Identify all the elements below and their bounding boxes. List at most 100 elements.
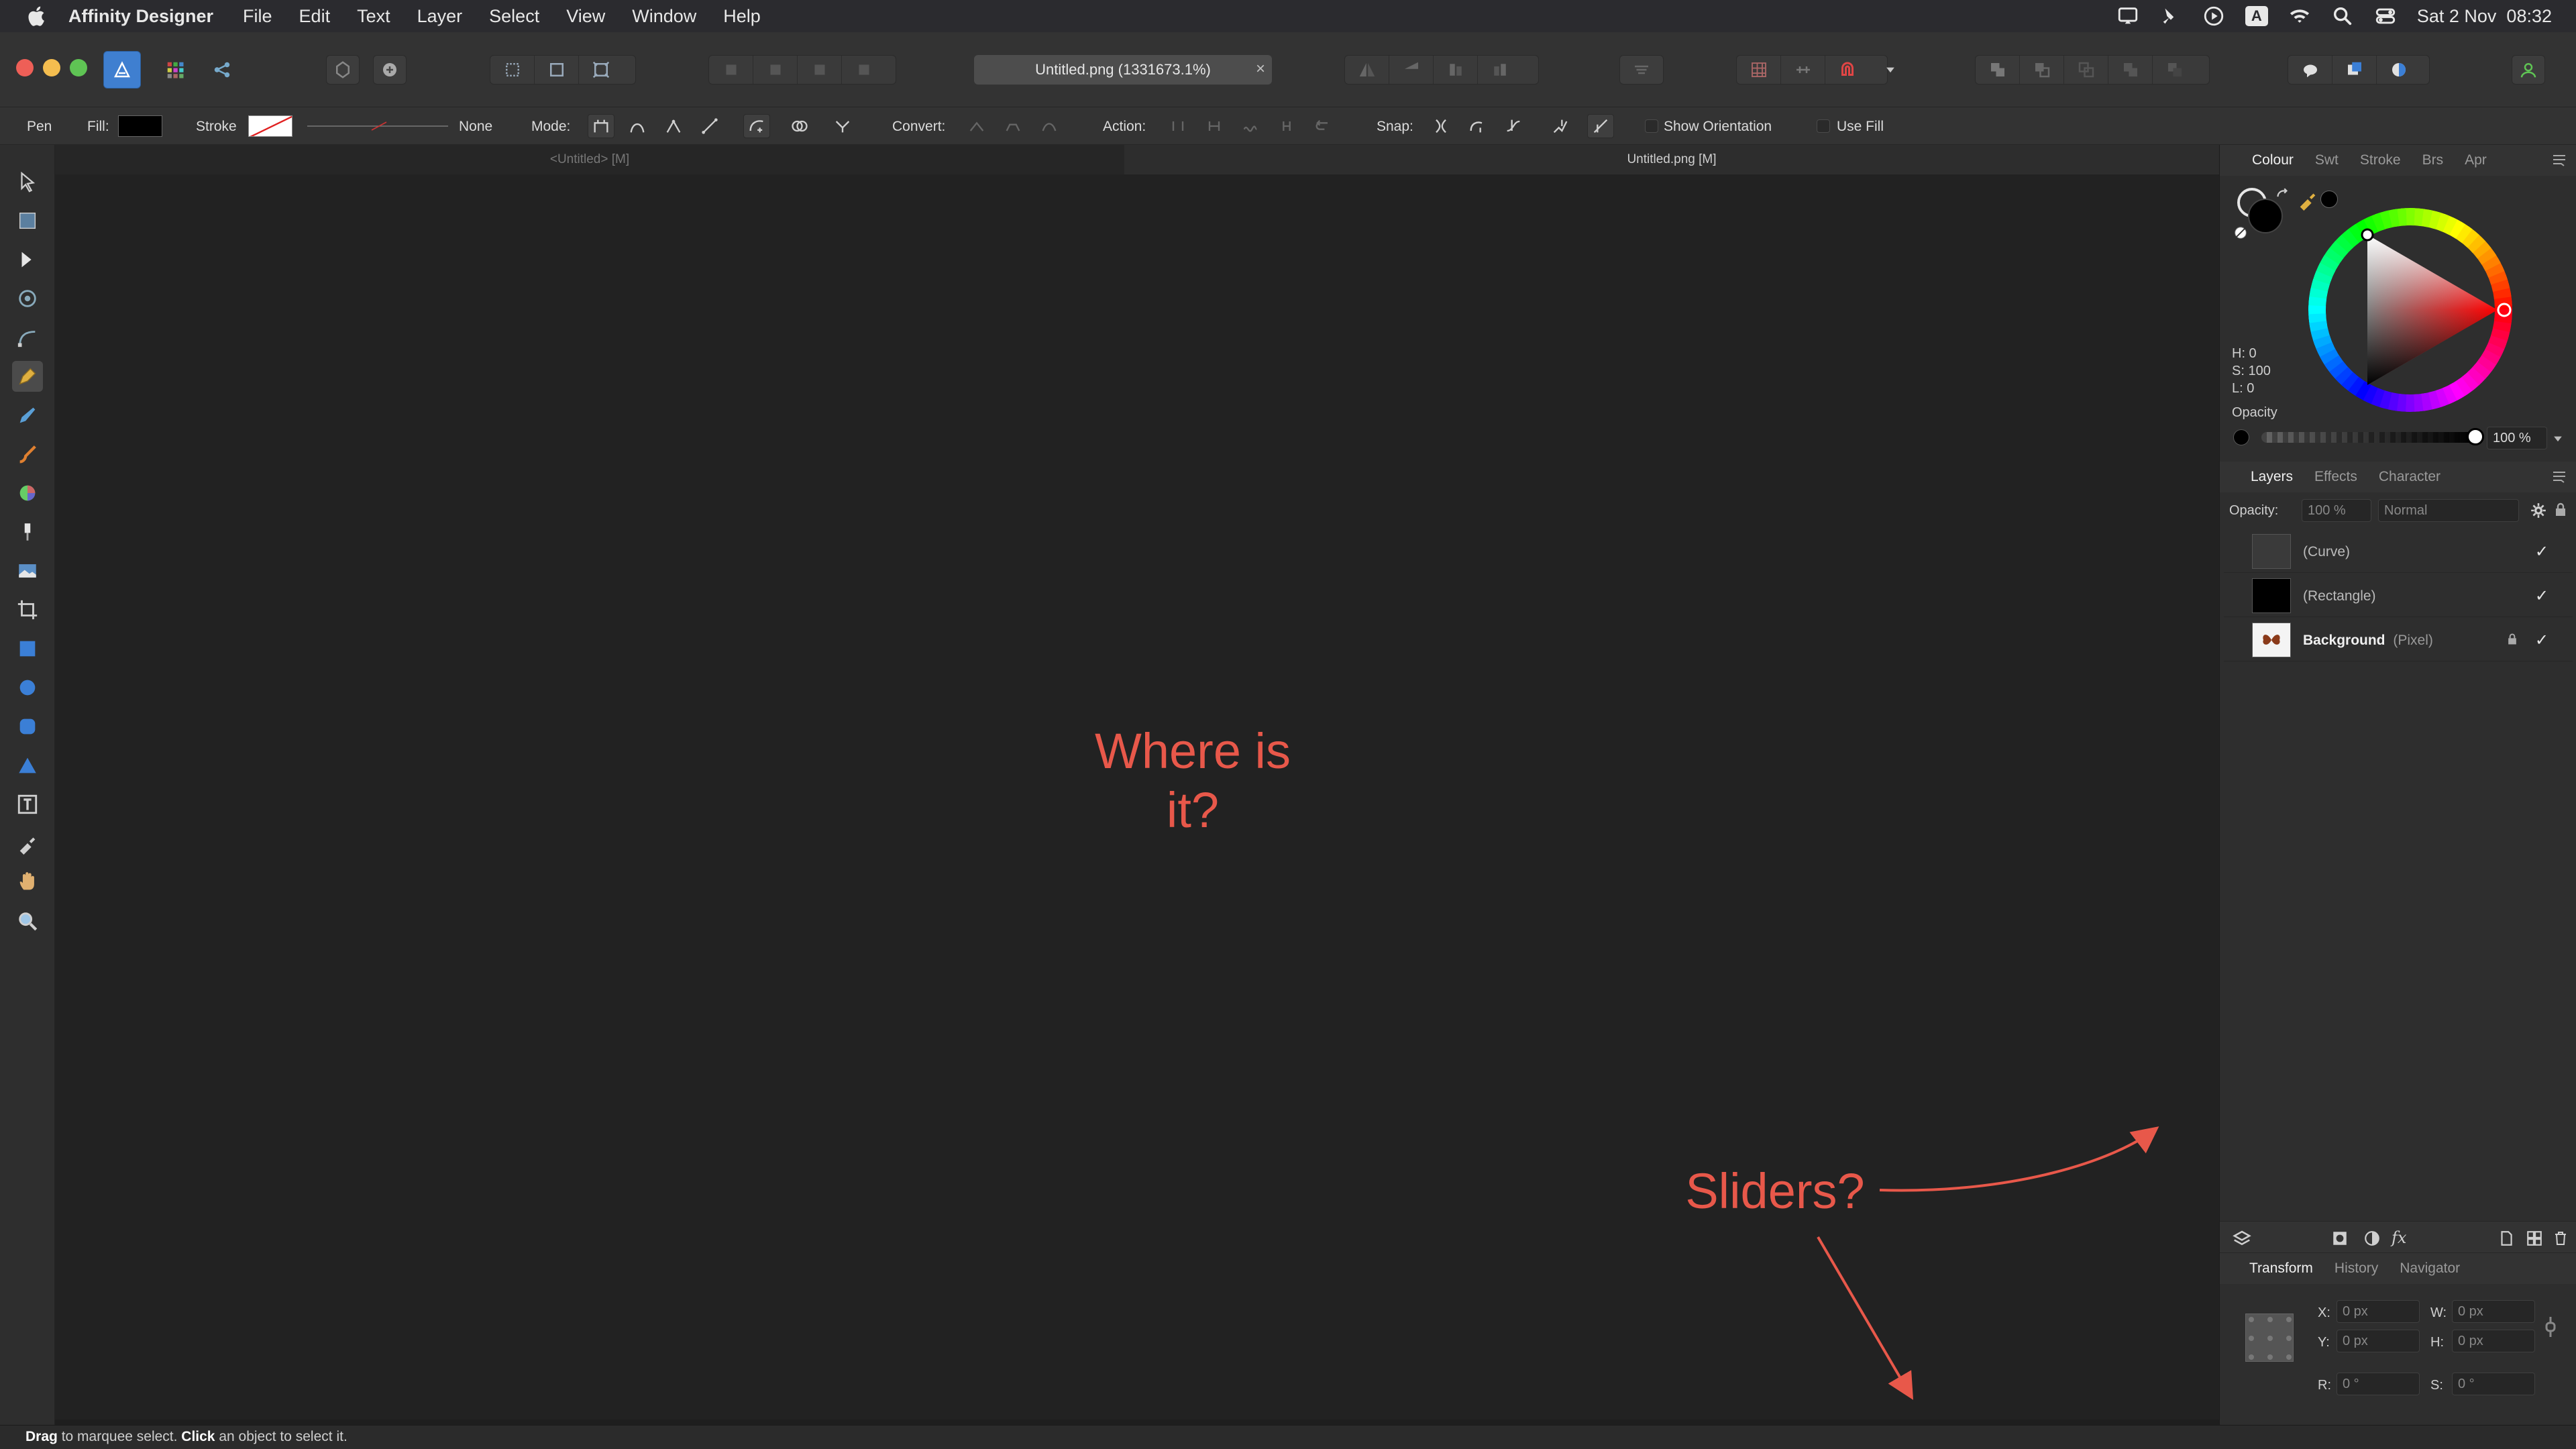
document-title-tab[interactable]: Untitled.png (1331673.1%) × bbox=[974, 55, 1272, 85]
tab-brushes[interactable]: Brs bbox=[2412, 152, 2455, 168]
stroke-style-value[interactable]: None bbox=[459, 119, 492, 135]
boolean-subtract-icon[interactable] bbox=[2020, 56, 2064, 84]
tab-appearance[interactable]: Apr bbox=[2454, 152, 2498, 168]
align-icon[interactable] bbox=[1619, 55, 1664, 85]
y-field[interactable]: 0 px bbox=[2337, 1330, 2420, 1352]
convert-smart-icon[interactable] bbox=[1036, 114, 1063, 138]
insert-inside-icon[interactable] bbox=[2377, 56, 2421, 84]
ellipse-tool-icon[interactable] bbox=[12, 672, 43, 703]
link-dimensions-icon[interactable] bbox=[2544, 1315, 2557, 1339]
grid-icon[interactable] bbox=[1737, 56, 1781, 84]
zoom-tool-icon[interactable] bbox=[12, 906, 43, 936]
rubber-band-icon[interactable] bbox=[743, 114, 770, 138]
mask-layer-icon[interactable] bbox=[2331, 1230, 2349, 1247]
action-reverse-icon[interactable] bbox=[1309, 114, 1336, 138]
opacity-dropdown-icon[interactable] bbox=[2551, 432, 2565, 445]
action-close-icon[interactable] bbox=[1201, 114, 1228, 138]
convert-smooth-icon[interactable] bbox=[1000, 114, 1026, 138]
pen-tool-icon[interactable] bbox=[12, 361, 43, 392]
menu-window[interactable]: Window bbox=[632, 6, 696, 27]
snapping-dropdown-icon[interactable] bbox=[1884, 63, 1897, 76]
layer-locked-icon[interactable] bbox=[2506, 632, 2519, 647]
window-zoom-button[interactable] bbox=[70, 59, 87, 76]
view-mode-1-icon[interactable] bbox=[490, 56, 535, 84]
export-persona-icon[interactable] bbox=[205, 55, 239, 85]
transparency-tool-icon[interactable] bbox=[12, 517, 43, 547]
blend-mode-select[interactable]: Normal bbox=[2378, 499, 2519, 522]
line-mode-icon[interactable] bbox=[696, 114, 723, 138]
boolean-intersect-icon[interactable] bbox=[2064, 56, 2108, 84]
layer-lock-icon[interactable] bbox=[2553, 502, 2569, 518]
artboard-tool-icon[interactable] bbox=[12, 205, 43, 236]
tab-character[interactable]: Character bbox=[2368, 469, 2451, 485]
show-orientation-label[interactable]: Show Orientation bbox=[1664, 119, 1772, 135]
tab-untitled[interactable]: <Untitled> [M] bbox=[55, 145, 1124, 174]
tab-layers[interactable]: Layers bbox=[2240, 469, 2304, 485]
visibility-checkbox[interactable]: ✓ bbox=[2535, 586, 2548, 606]
action-break-icon[interactable] bbox=[1165, 114, 1191, 138]
delete-layer-icon[interactable] bbox=[2553, 1230, 2569, 1247]
close-document-icon[interactable]: × bbox=[1256, 60, 1265, 78]
layer-opacity-field[interactable]: 100 % bbox=[2302, 499, 2371, 522]
flip-horizontal-icon[interactable] bbox=[1345, 56, 1389, 84]
boolean-divide-icon[interactable] bbox=[2153, 56, 2197, 84]
use-fill-checkbox[interactable] bbox=[1817, 119, 1830, 133]
preferences-icon[interactable] bbox=[373, 55, 407, 85]
swap-colours-icon[interactable] bbox=[2273, 186, 2291, 204]
move-to-back-icon[interactable] bbox=[709, 56, 753, 84]
place-image-icon[interactable] bbox=[12, 555, 43, 586]
menu-select[interactable]: Select bbox=[489, 6, 539, 27]
visibility-checkbox[interactable]: ✓ bbox=[2535, 631, 2548, 650]
h-field[interactable]: 0 px bbox=[2452, 1330, 2535, 1352]
layer-row-background[interactable]: Background (Pixel) ✓ bbox=[2224, 619, 2573, 661]
layers-menu-icon[interactable] bbox=[2551, 468, 2567, 484]
play-circle-icon[interactable] bbox=[2202, 5, 2225, 28]
live-filter-icon[interactable]: fx bbox=[2392, 1228, 2406, 1247]
designer-persona-icon[interactable] bbox=[103, 51, 141, 89]
action-smooth-icon[interactable] bbox=[1237, 114, 1264, 138]
vector-brush-icon[interactable] bbox=[12, 439, 43, 470]
menu-text[interactable]: Text bbox=[357, 6, 390, 27]
menu-view[interactable]: View bbox=[566, 6, 605, 27]
opacity-slider[interactable] bbox=[2261, 428, 2484, 445]
no-colour-icon[interactable] bbox=[2233, 225, 2248, 240]
fill-swatch[interactable] bbox=[118, 115, 162, 137]
adjustment-layer-icon[interactable] bbox=[2363, 1230, 2381, 1247]
layer-row-curve[interactable]: (Curve) ✓ bbox=[2224, 530, 2573, 573]
move-to-front-icon[interactable] bbox=[842, 56, 886, 84]
show-orientation-checkbox[interactable] bbox=[1645, 119, 1658, 133]
add-to-selection-icon[interactable] bbox=[786, 114, 813, 138]
control-center-icon[interactable] bbox=[2374, 5, 2397, 28]
input-source-icon[interactable]: A bbox=[2245, 6, 2268, 26]
screen-mirror-icon[interactable] bbox=[2116, 5, 2139, 28]
move-back-icon[interactable] bbox=[753, 56, 798, 84]
rounded-rect-tool-icon[interactable] bbox=[12, 711, 43, 742]
triangle-tool-icon[interactable] bbox=[12, 750, 43, 781]
artistic-text-icon[interactable] bbox=[12, 789, 43, 820]
visibility-checkbox[interactable]: ✓ bbox=[2535, 542, 2548, 561]
view-mode-2-icon[interactable] bbox=[535, 56, 579, 84]
menu-layer[interactable]: Layer bbox=[417, 6, 463, 27]
tab-history[interactable]: History bbox=[2324, 1260, 2389, 1277]
layer-row-rectangle[interactable]: (Rectangle) ✓ bbox=[2224, 574, 2573, 617]
action-join-icon[interactable] bbox=[1273, 114, 1300, 138]
rotation-field[interactable]: 0 ° bbox=[2337, 1373, 2420, 1395]
fill-tool-icon[interactable] bbox=[12, 478, 43, 508]
add-pixel-layer-icon[interactable] bbox=[2498, 1230, 2515, 1247]
colour-wheel[interactable] bbox=[2303, 203, 2518, 417]
tab-stroke[interactable]: Stroke bbox=[2349, 152, 2412, 168]
menubar-datetime[interactable]: Sat 2 Nov 08:32 bbox=[2417, 6, 2552, 27]
pen-status-icon[interactable] bbox=[2159, 5, 2182, 28]
apple-logo-icon[interactable] bbox=[25, 5, 46, 28]
move-tool-icon[interactable] bbox=[12, 166, 43, 197]
snapping-magnet-icon[interactable] bbox=[1825, 56, 1870, 84]
app-name-menu[interactable]: Affinity Designer bbox=[68, 6, 213, 27]
w-field[interactable]: 0 px bbox=[2452, 1300, 2535, 1323]
add-group-icon[interactable] bbox=[2526, 1230, 2543, 1247]
hand-tool-icon[interactable] bbox=[12, 867, 43, 898]
tab-untitled-png[interactable]: Untitled.png [M] bbox=[1124, 145, 2219, 174]
node-tool-icon[interactable] bbox=[12, 244, 43, 275]
layer-stack-icon[interactable] bbox=[2232, 1228, 2252, 1248]
pencil-tool-icon[interactable] bbox=[12, 400, 43, 431]
autoclose-icon[interactable] bbox=[829, 114, 856, 138]
